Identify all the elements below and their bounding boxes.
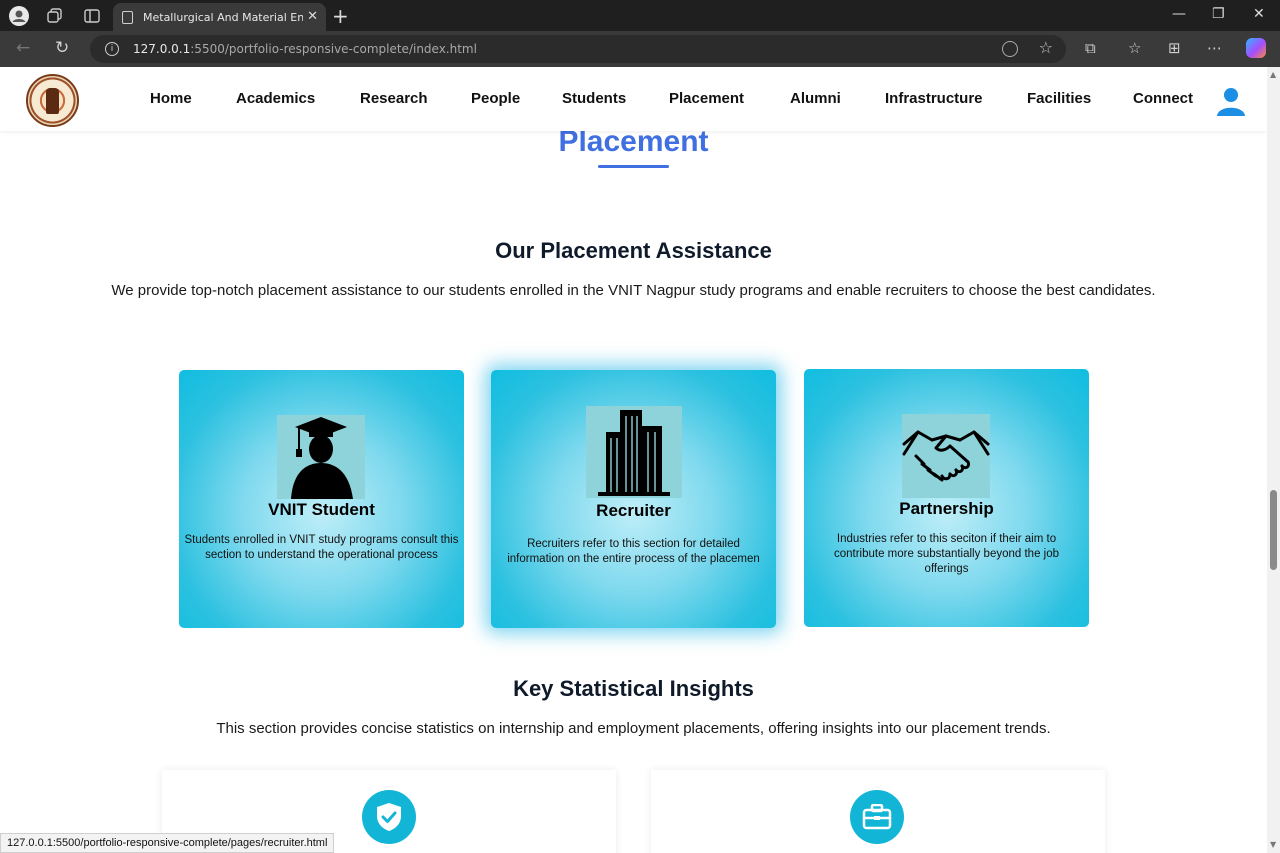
scrollbar-thumb[interactable] [1270,490,1277,570]
graduate-icon [277,415,365,499]
insights-text: This section provides concise statistics… [216,720,1051,737]
user-icon[interactable] [1216,86,1246,116]
more-menu-icon[interactable]: ⋯ [1207,39,1222,57]
shield-check-icon [362,790,416,844]
nav-home[interactable]: Home [150,90,192,107]
browser-titlebar: Metallurgical And Material Engine ✕ + — … [0,0,1280,31]
stat-card [651,770,1105,853]
copilot-icon[interactable] [1246,38,1266,58]
minimize-button[interactable]: — [1172,6,1186,22]
card-desc: Students enrolled in VNIT study programs… [184,534,459,561]
handshake-icon [902,414,990,498]
restore-button[interactable]: ❐ [1212,6,1225,22]
vertical-tabs-icon[interactable] [81,5,103,27]
student-card[interactable]: VNIT Student Students enrolled in VNIT s… [179,370,464,628]
nav-academics[interactable]: Academics [236,90,315,107]
building-icon [586,406,682,498]
workspaces-icon[interactable] [44,5,66,27]
nav-people[interactable]: People [471,90,520,107]
close-window-button[interactable]: ✕ [1253,6,1265,22]
back-icon[interactable]: ← [16,38,30,58]
nav-infrastructure[interactable]: Infrastructure [885,90,983,107]
url-host: 127.0.0.1 [133,42,191,56]
new-tab-button[interactable]: + [332,4,349,28]
page-scrollbar[interactable] [1267,67,1280,853]
browser-tab[interactable]: Metallurgical And Material Engine ✕ [113,3,326,31]
reload-icon[interactable]: ↻ [55,38,69,58]
profile-icon[interactable] [8,5,30,27]
recruiter-card[interactable]: Recruiter Recruiters refer to this secti… [491,370,776,628]
briefcase-icon [850,790,904,844]
insights-heading: Key Statistical Insights [513,676,754,701]
card-title: Partnership [899,499,994,518]
nav-facilities[interactable]: Facilities [1027,90,1091,107]
url-path: :5500/portfolio-responsive-complete/inde… [190,42,477,56]
card-title: VNIT Student [268,500,375,519]
institute-logo[interactable] [26,74,79,127]
favorites-icon[interactable]: ☆ [1128,39,1141,57]
tab-title: Metallurgical And Material Engine [143,10,303,24]
card-desc: Industries refer to this seciton if thei… [833,533,1060,575]
reader-icon[interactable] [1002,41,1018,57]
page-icon [122,10,133,24]
extensions-icon[interactable]: ⧉ [1085,39,1096,57]
assistance-heading: Our Placement Assistance [495,238,772,263]
scroll-down-icon[interactable]: ▼ [1270,840,1276,849]
favorite-star-icon[interactable]: ☆ [1039,38,1053,57]
nav-students[interactable]: Students [562,90,626,107]
nav-research[interactable]: Research [360,90,428,107]
scroll-up-icon[interactable]: ▲ [1270,70,1276,79]
address-bar[interactable]: i 127.0.0.1:5500/portfolio-responsive-co… [90,35,1066,63]
close-tab-icon[interactable]: ✕ [307,9,318,24]
site-header: Home Academics Research People Students … [0,67,1267,131]
status-url: 127.0.0.1:5500/portfolio-responsive-comp… [0,833,335,853]
assistance-text: We provide top-notch placement assistanc… [111,282,1156,299]
collections-icon[interactable]: ⊞ [1168,39,1181,57]
partnership-card[interactable]: Partnership Industries refer to this sec… [804,369,1089,627]
nav-connect[interactable]: Connect [1133,90,1193,107]
web-page: Home Academics Research People Students … [0,67,1267,853]
card-title: Recruiter [596,501,671,520]
nav-alumni[interactable]: Alumni [790,90,841,107]
nav-placement[interactable]: Placement [669,90,744,107]
site-info-icon[interactable]: i [105,42,119,56]
title-underline [598,165,669,168]
card-desc: Recruiters refer to this section for det… [507,538,760,565]
